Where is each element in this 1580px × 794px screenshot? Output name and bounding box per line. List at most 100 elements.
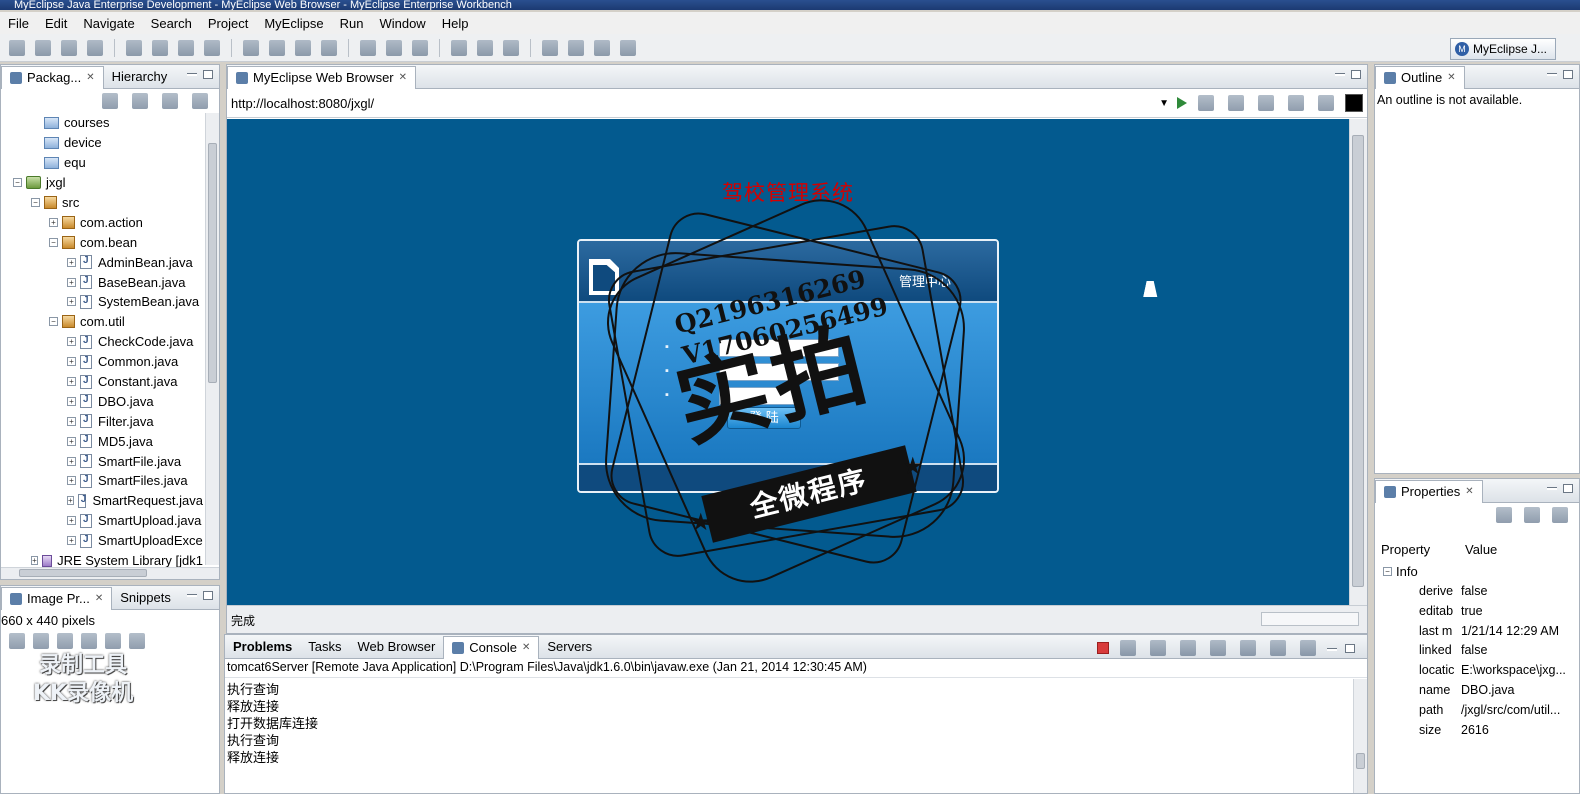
tree-item[interactable]: + SmartUploadExce (1, 531, 203, 551)
tree-item[interactable]: + Filter.java (1, 411, 203, 431)
remove-all-icon[interactable] (1150, 640, 1166, 656)
tree-item[interactable]: + SystemBean.java (1, 292, 203, 312)
tree-item[interactable]: + CheckCode.java (1, 332, 203, 352)
property-row[interactable]: name DBO.java (1375, 683, 1515, 697)
tree-item[interactable]: − jxgl (1, 173, 203, 193)
run-icon[interactable] (386, 39, 402, 56)
display-mode-icon[interactable] (1345, 94, 1363, 112)
tree-item[interactable]: + BaseBean.java (1, 272, 203, 292)
print-icon[interactable] (61, 39, 77, 56)
tree-item[interactable]: + SmartUpload.java (1, 511, 203, 531)
forward-icon[interactable] (620, 39, 636, 56)
refresh-icon[interactable] (321, 39, 337, 56)
login-button[interactable]: 登 陆 (727, 407, 801, 429)
tree-item[interactable]: − com.bean (1, 232, 203, 252)
expand-icon[interactable]: + (67, 337, 76, 347)
collapse-icon[interactable]: − (49, 237, 58, 247)
collapse-icon[interactable]: − (13, 178, 22, 188)
menu-window[interactable]: Window (371, 16, 433, 31)
menu-edit[interactable]: Edit (37, 16, 75, 31)
tree-item[interactable]: + SmartFile.java (1, 451, 203, 471)
tab-problems[interactable]: Problems (225, 636, 300, 658)
tree-vertical-scrollbar[interactable] (205, 113, 219, 565)
expand-icon[interactable]: + (67, 476, 76, 486)
properties-group-info[interactable]: − Info (1383, 564, 1418, 579)
expand-icon[interactable]: + (67, 416, 76, 426)
close-icon[interactable]: ✕ (1447, 72, 1455, 83)
web-service-icon[interactable] (178, 39, 194, 56)
minimize-icon[interactable] (1335, 73, 1345, 76)
open-package-icon[interactable] (477, 39, 493, 56)
new-icon[interactable] (9, 39, 25, 56)
server-icon[interactable] (126, 39, 142, 56)
minimize-icon[interactable] (1547, 487, 1557, 490)
close-icon[interactable]: ✕ (1465, 486, 1473, 497)
url-dropdown-icon[interactable]: ▼ (1159, 98, 1169, 109)
expand-icon[interactable]: + (67, 297, 76, 307)
scrollbar-thumb[interactable] (1356, 753, 1365, 769)
expand-icon[interactable]: + (31, 556, 38, 566)
tree-item[interactable]: device (1, 133, 203, 153)
minimize-icon[interactable] (1327, 648, 1337, 651)
tab-web-browser[interactable]: MyEclipse Web Browser ✕ (227, 65, 417, 89)
maximize-icon[interactable] (203, 70, 213, 79)
expand-icon[interactable]: + (67, 396, 76, 406)
expand-icon[interactable]: + (49, 217, 58, 227)
remove-launch-icon[interactable] (1120, 640, 1136, 656)
close-icon[interactable]: ✕ (95, 593, 103, 604)
menu-run[interactable]: Run (332, 16, 372, 31)
tab-console[interactable]: Console ✕ (443, 635, 540, 659)
database-icon[interactable] (152, 39, 168, 56)
clear-console-icon[interactable] (1180, 640, 1196, 656)
menu-help[interactable]: Help (434, 16, 477, 31)
minimize-icon[interactable] (187, 73, 197, 76)
tree-horizontal-scrollbar[interactable] (1, 567, 219, 579)
expand-icon[interactable]: + (67, 277, 76, 287)
tree-item[interactable]: − com.util (1, 312, 203, 332)
password-input[interactable] (719, 363, 839, 381)
expand-icon[interactable]: + (67, 536, 76, 546)
property-row[interactable]: derive false (1375, 584, 1487, 598)
property-row[interactable]: linked false (1375, 643, 1487, 657)
expand-icon[interactable]: + (67, 257, 76, 267)
scrollbar-thumb[interactable] (1352, 135, 1364, 587)
zoom-out-icon[interactable] (57, 633, 73, 649)
maximize-icon[interactable] (203, 591, 213, 600)
property-row[interactable]: path/jxgl/src/com/util... (1375, 703, 1560, 717)
captcha-input[interactable] (719, 387, 799, 405)
save-icon[interactable] (35, 39, 51, 56)
collapse-icon[interactable]: − (31, 198, 40, 207)
deploy-icon[interactable] (87, 39, 103, 56)
open-type-icon[interactable] (269, 39, 285, 56)
property-row[interactable]: size 2616 (1375, 723, 1489, 737)
favorites-icon[interactable] (1198, 95, 1214, 111)
forward-icon[interactable] (1258, 95, 1274, 111)
tab-hierarchy[interactable]: Hierarchy (104, 66, 176, 88)
link-editor-icon[interactable] (192, 93, 208, 109)
expand-icon[interactable]: + (67, 456, 76, 466)
tab-image-preview[interactable]: Image Pr... ✕ (1, 586, 113, 610)
tree-item[interactable]: + SmartFiles.java (1, 471, 203, 491)
minimize-icon[interactable] (187, 594, 197, 597)
tree-item[interactable]: + MD5.java (1, 431, 203, 451)
username-input[interactable] (719, 339, 839, 357)
expand-icon[interactable]: + (67, 496, 74, 506)
display-console-icon[interactable] (1270, 640, 1286, 656)
tree-item[interactable]: courses (1, 113, 203, 133)
expand-icon[interactable]: + (67, 436, 76, 446)
prev-annotation-icon[interactable] (542, 39, 558, 56)
menu-search[interactable]: Search (143, 16, 200, 31)
maximize-icon[interactable] (1351, 70, 1361, 79)
external-tools-icon[interactable] (412, 39, 428, 56)
property-row[interactable]: editab true (1375, 604, 1483, 618)
tab-properties[interactable]: Properties ✕ (1375, 479, 1483, 503)
tree-item[interactable]: + AdminBean.java (1, 252, 203, 272)
property-row[interactable]: locatic E:\workspace\jxg... (1375, 663, 1566, 677)
forward-icon[interactable] (132, 93, 148, 109)
debug-icon[interactable] (360, 39, 376, 56)
open-class-icon[interactable] (451, 39, 467, 56)
expand-icon[interactable]: + (67, 357, 76, 367)
next-annotation-icon[interactable] (568, 39, 584, 56)
url-input[interactable]: http://localhost:8080/jxgl/ (231, 96, 374, 111)
pin-console-icon[interactable] (1240, 640, 1256, 656)
